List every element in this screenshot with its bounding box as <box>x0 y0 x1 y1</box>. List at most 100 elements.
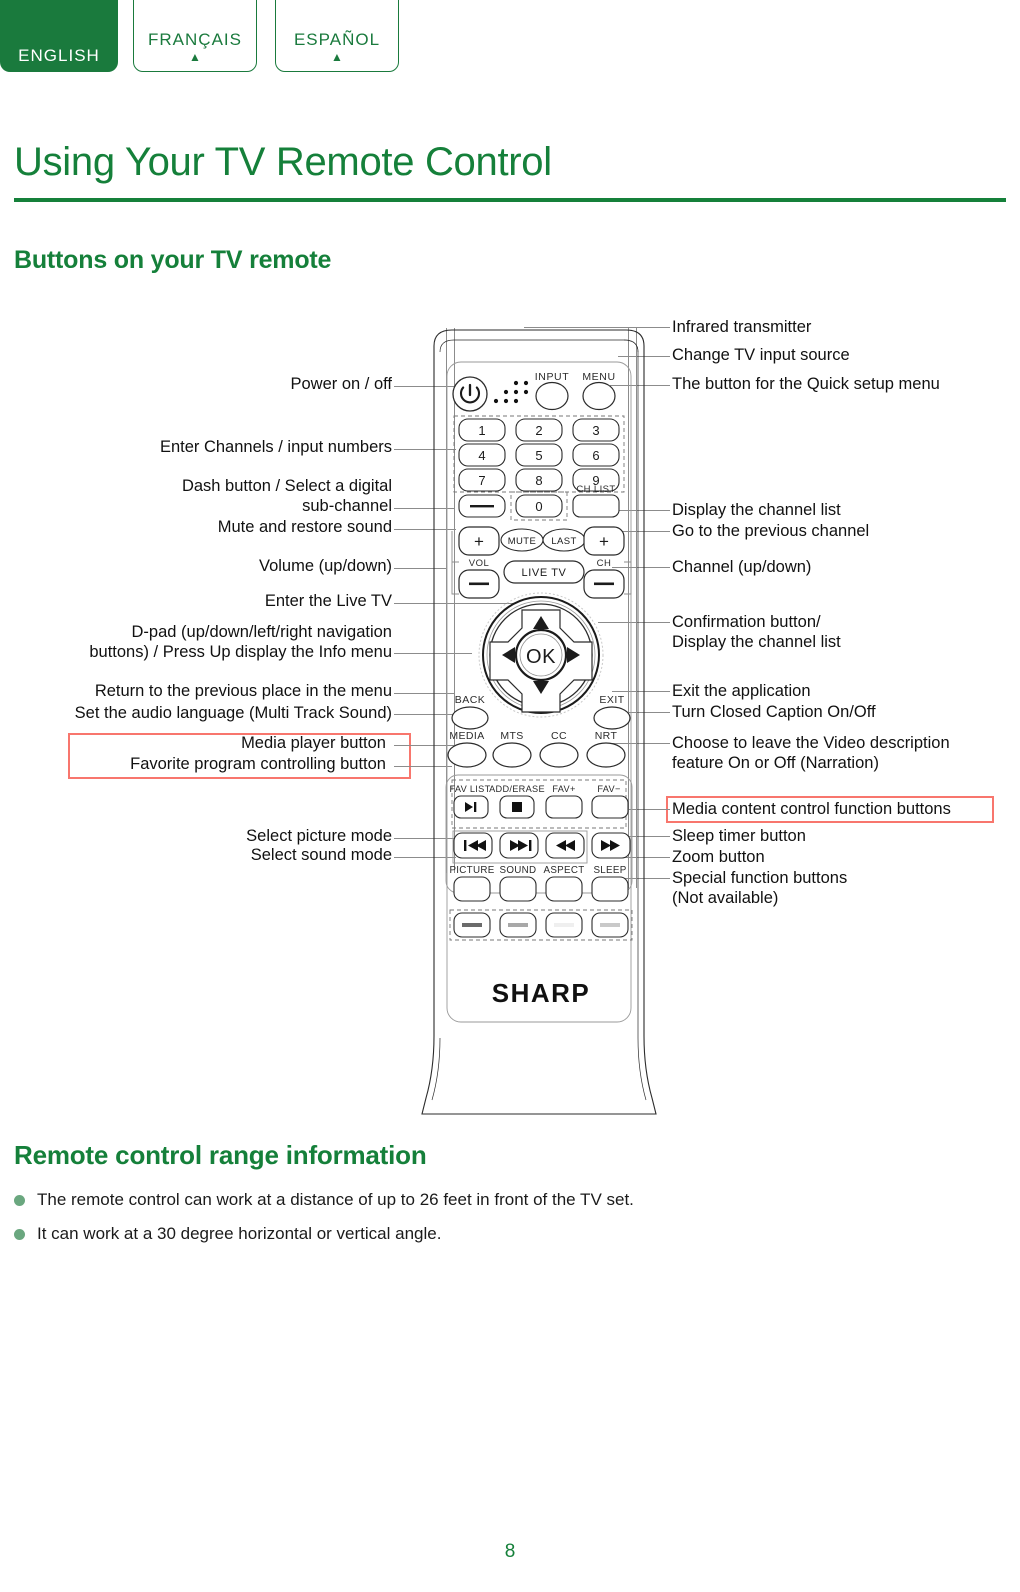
svg-text:LIVE TV: LIVE TV <box>522 567 567 579</box>
svg-text:EXIT: EXIT <box>599 694 624 706</box>
svg-text:MENU: MENU <box>582 371 615 383</box>
bullet-icon <box>14 1229 25 1240</box>
list-item-text: The remote control can work at a distanc… <box>37 1190 634 1209</box>
page-number: 8 <box>504 1541 516 1562</box>
callout-live-tv: Enter the Live TV <box>264 592 392 610</box>
page-title: Using Your TV Remote Control <box>14 140 552 184</box>
callout-power-on-off: Power on / off <box>290 375 392 393</box>
svg-text:SOUND: SOUND <box>500 865 537 876</box>
callout-closed-caption: Turn Closed Caption On/Off <box>672 703 876 721</box>
highlight-box-media-player <box>68 733 411 779</box>
svg-text:ASPECT: ASPECT <box>544 865 585 876</box>
svg-text:8: 8 <box>535 473 542 488</box>
callout-display-channel-list: Display the channel list <box>672 501 841 519</box>
power-button <box>452 376 488 412</box>
language-tab-espanol-label: ESPAÑOL <box>293 30 381 49</box>
svg-text:VOL: VOL <box>469 558 490 569</box>
chevron-up-icon: ▲ <box>189 50 201 64</box>
callout-infrared-transmitter: Infrared transmitter <box>672 318 812 336</box>
svg-text:MUTE: MUTE <box>508 536 537 547</box>
svg-text:INPUT: INPUT <box>535 371 570 383</box>
svg-text:+: + <box>474 532 484 551</box>
callout-channel-updown: Channel (up/down) <box>672 558 812 576</box>
callout-exit-application: Exit the application <box>672 682 811 700</box>
callout-video-description: Choose to leave the Video description fe… <box>672 734 950 772</box>
svg-text:7: 7 <box>478 473 485 488</box>
callout-enter-channels: Enter Channels / input numbers <box>159 438 392 456</box>
dpad: OK <box>478 592 604 718</box>
callout-audio-language: Set the audio language (Multi Track Soun… <box>74 704 392 722</box>
callout-mute: Mute and restore sound <box>217 518 392 536</box>
fav-minus-button <box>591 795 629 819</box>
nrt-button <box>586 742 626 768</box>
back-button <box>451 706 489 730</box>
list-item: The remote control can work at a distanc… <box>14 1190 634 1210</box>
callout-zoom-button: Zoom button <box>672 848 765 866</box>
svg-text:ADD/ERASE: ADD/ERASE <box>489 784 545 794</box>
svg-text:BACK: BACK <box>455 694 486 706</box>
input-button <box>535 381 569 411</box>
callout-special-function: Special function buttons (Not available) <box>672 869 848 907</box>
language-tab-espanol[interactable]: ESPAÑOL ▲ <box>275 0 399 72</box>
picture-button <box>453 876 491 902</box>
svg-text:CH LIST: CH LIST <box>576 484 615 495</box>
aspect-button <box>545 876 583 902</box>
svg-text:PICTURE: PICTURE <box>449 865 494 876</box>
callout-sound-mode: Select sound mode <box>250 846 392 864</box>
chevron-up-icon: ▲ <box>331 50 343 64</box>
highlight-box-media-content <box>666 796 994 823</box>
mts-button <box>492 742 532 768</box>
svg-text:MTS: MTS <box>500 730 523 742</box>
callout-previous-channel: Go to the previous channel <box>672 522 870 540</box>
chlist-button <box>572 494 620 518</box>
fav-plus-button <box>545 795 583 819</box>
sound-button <box>499 876 537 902</box>
callout-change-input: Change TV input source <box>672 346 850 364</box>
svg-text:FAV LIST: FAV LIST <box>449 784 490 794</box>
callout-sleep-timer: Sleep timer button <box>672 827 806 845</box>
bullet-icon <box>14 1195 25 1206</box>
language-tab-francais[interactable]: FRANÇAIS ▲ <box>133 0 257 72</box>
svg-text:4: 4 <box>478 448 485 463</box>
callout-confirmation-button: Confirmation button/ Display the channel… <box>672 613 841 651</box>
svg-text:6: 6 <box>592 448 599 463</box>
cc-button <box>539 742 579 768</box>
svg-text:CC: CC <box>551 730 567 742</box>
svg-text:NRT: NRT <box>595 730 618 742</box>
svg-text:MEDIA: MEDIA <box>449 730 484 742</box>
callout-return-previous: Return to the previous place in the menu <box>94 682 392 700</box>
svg-text:3: 3 <box>592 423 599 438</box>
svg-text:2: 2 <box>535 423 542 438</box>
svg-text:+: + <box>599 532 609 551</box>
exit-button <box>593 706 631 730</box>
section-heading-buttons: Buttons on your TV remote <box>14 246 332 274</box>
menu-button <box>582 381 616 411</box>
svg-text:5: 5 <box>535 448 542 463</box>
svg-text:1: 1 <box>478 423 485 438</box>
callout-dash-button: Dash button / Select a digital sub-chann… <box>181 477 392 515</box>
callout-picture-mode: Select picture mode <box>246 827 392 845</box>
svg-text:SLEEP: SLEEP <box>593 865 626 876</box>
list-item-text: It can work at a 30 degree horizontal or… <box>37 1224 442 1243</box>
svg-text:OK: OK <box>526 646 556 668</box>
svg-text:FAV+: FAV+ <box>552 784 575 794</box>
sharp-logo: SHARP <box>492 978 591 1008</box>
title-divider <box>14 198 1006 202</box>
callout-volume: Volume (up/down) <box>259 557 392 575</box>
ir-dots-icon <box>493 380 529 404</box>
media-button <box>447 742 487 768</box>
svg-text:0: 0 <box>535 499 542 514</box>
callout-dpad: D-pad (up/down/left/right navigation but… <box>89 623 392 661</box>
svg-text:FAV−: FAV− <box>597 784 620 794</box>
list-item: It can work at a 30 degree horizontal or… <box>14 1224 441 1244</box>
language-tab-english[interactable]: ENGLISH <box>0 0 118 72</box>
language-tab-english-label: ENGLISH <box>18 46 100 65</box>
section-heading-range: Remote control range information <box>14 1140 427 1170</box>
svg-text:LAST: LAST <box>551 536 576 547</box>
language-tab-bar: ENGLISH FRANÇAIS ▲ ESPAÑOL ▲ <box>0 0 1020 72</box>
remote-control-illustration: INPUT MENU 1 2 3 4 5 6 7 8 9 0 CH LIST +… <box>404 318 674 1123</box>
callout-quick-setup: The button for the Quick setup menu <box>672 375 940 393</box>
language-tab-francais-label: FRANÇAIS <box>148 30 242 49</box>
stop-icon <box>512 802 522 812</box>
sleep-button <box>591 876 629 902</box>
